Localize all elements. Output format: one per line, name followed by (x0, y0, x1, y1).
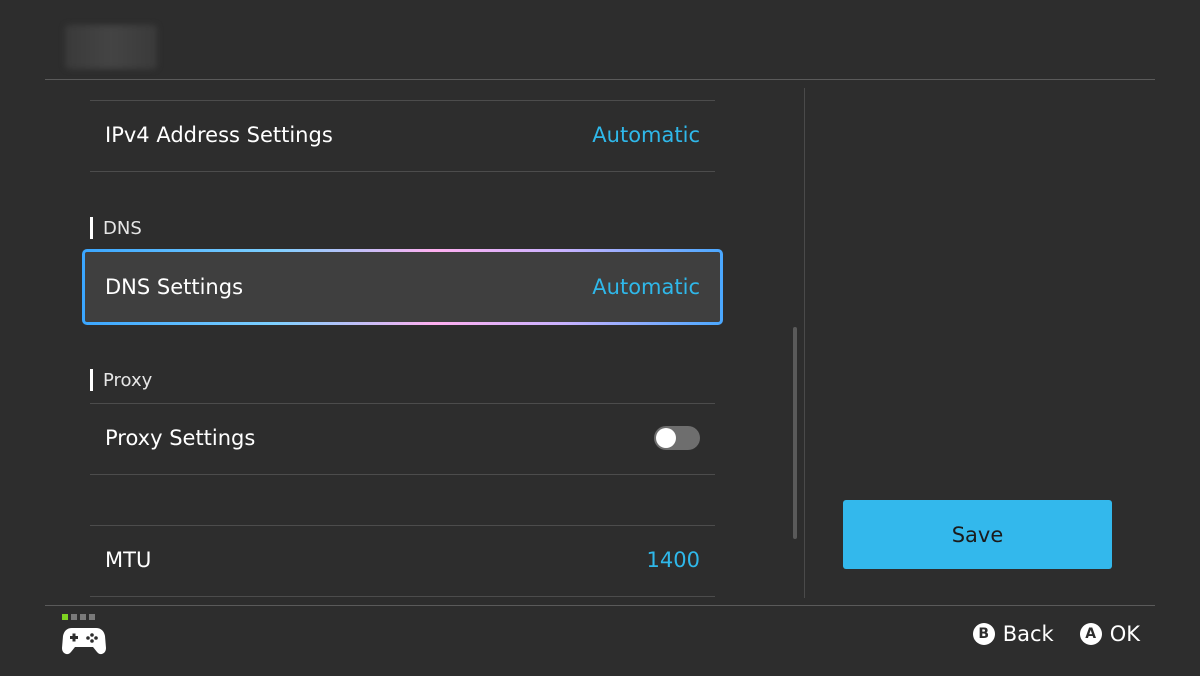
ipv4-settings-row[interactable]: IPv4 Address Settings Automatic (90, 100, 715, 170)
back-hint[interactable]: B Back (972, 622, 1054, 646)
gamepad-icon (62, 628, 106, 655)
dns-section-title: DNS (103, 217, 142, 239)
proxy-toggle[interactable] (654, 426, 700, 450)
mtu-row[interactable]: MTU 1400 (90, 525, 715, 595)
section-marker (90, 369, 93, 391)
dns-settings-value: Automatic (592, 275, 700, 299)
panel-divider (804, 88, 805, 598)
a-button-icon: A (1079, 623, 1102, 645)
ipv4-settings-value: Automatic (592, 123, 700, 147)
network-settings-screen: IPv4 Address Settings Automatic DNS DNS … (0, 0, 1200, 676)
button-hints: B Back A OK (972, 622, 1140, 646)
mtu-label: MTU (105, 548, 152, 572)
ok-hint[interactable]: A OK (1079, 622, 1140, 646)
controller-status (62, 614, 106, 662)
scrollbar[interactable] (793, 327, 797, 539)
b-button-icon: B (972, 623, 995, 645)
proxy-settings-label: Proxy Settings (105, 426, 256, 450)
proxy-section-title: Proxy (103, 369, 153, 391)
toggle-knob (656, 428, 676, 448)
mtu-value: 1400 (646, 548, 700, 572)
top-divider (45, 79, 1155, 80)
header-title-blurred (65, 25, 157, 69)
dns-settings-row[interactable]: DNS Settings Automatic (82, 249, 723, 325)
proxy-settings-row[interactable]: Proxy Settings (90, 403, 715, 473)
page-dot (89, 614, 95, 620)
ipv4-settings-label: IPv4 Address Settings (105, 123, 333, 147)
bottom-divider (45, 605, 1155, 606)
save-button[interactable]: Save (843, 500, 1112, 569)
dns-settings-label: DNS Settings (105, 275, 244, 299)
proxy-section-header: Proxy (90, 368, 152, 392)
page-dot (62, 614, 68, 620)
page-indicator (62, 614, 106, 620)
back-label: Back (1002, 622, 1054, 646)
ok-label: OK (1109, 622, 1140, 646)
divider (90, 596, 715, 597)
section-marker (90, 217, 93, 239)
page-dot (80, 614, 86, 620)
page-dot (71, 614, 77, 620)
divider (90, 171, 715, 172)
dns-section-header: DNS (90, 216, 142, 240)
divider (90, 474, 715, 475)
